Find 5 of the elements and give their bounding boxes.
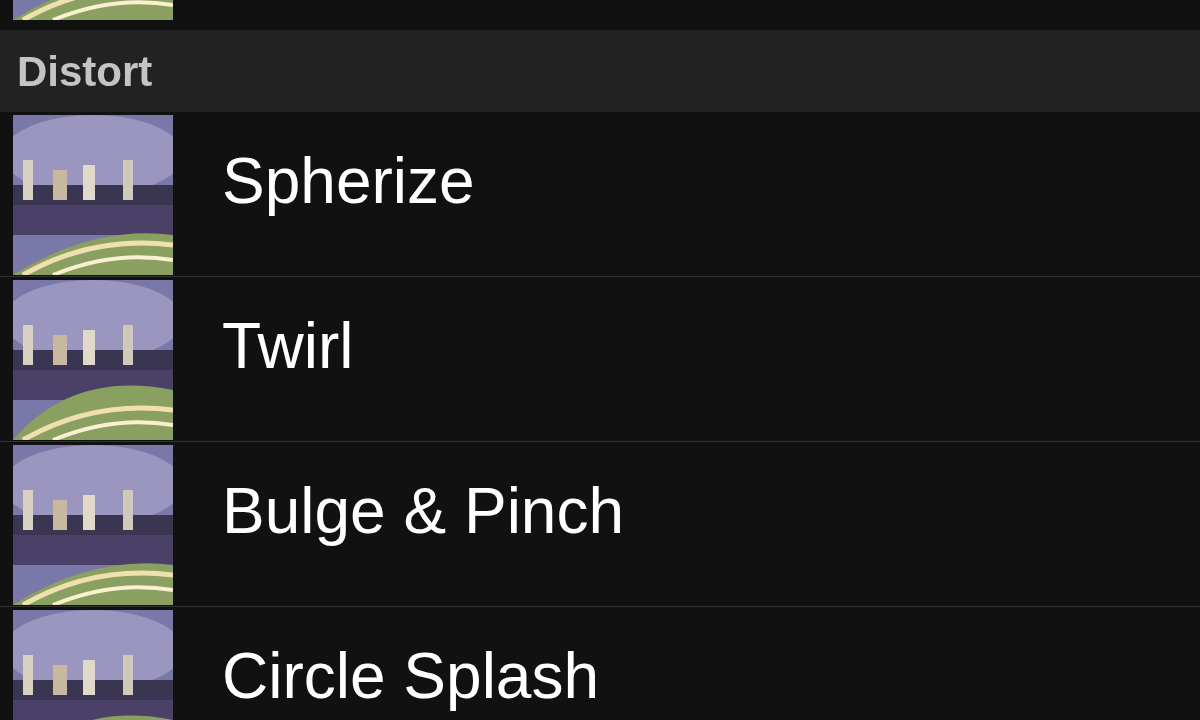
list-item[interactable]: Bulge & Pinch: [0, 442, 1200, 607]
list-item[interactable]: Spherize: [0, 112, 1200, 277]
list-item[interactable]: Circle Splash: [0, 607, 1200, 720]
section-header: Distort: [17, 46, 153, 97]
list-item[interactable]: Twirl: [0, 277, 1200, 442]
